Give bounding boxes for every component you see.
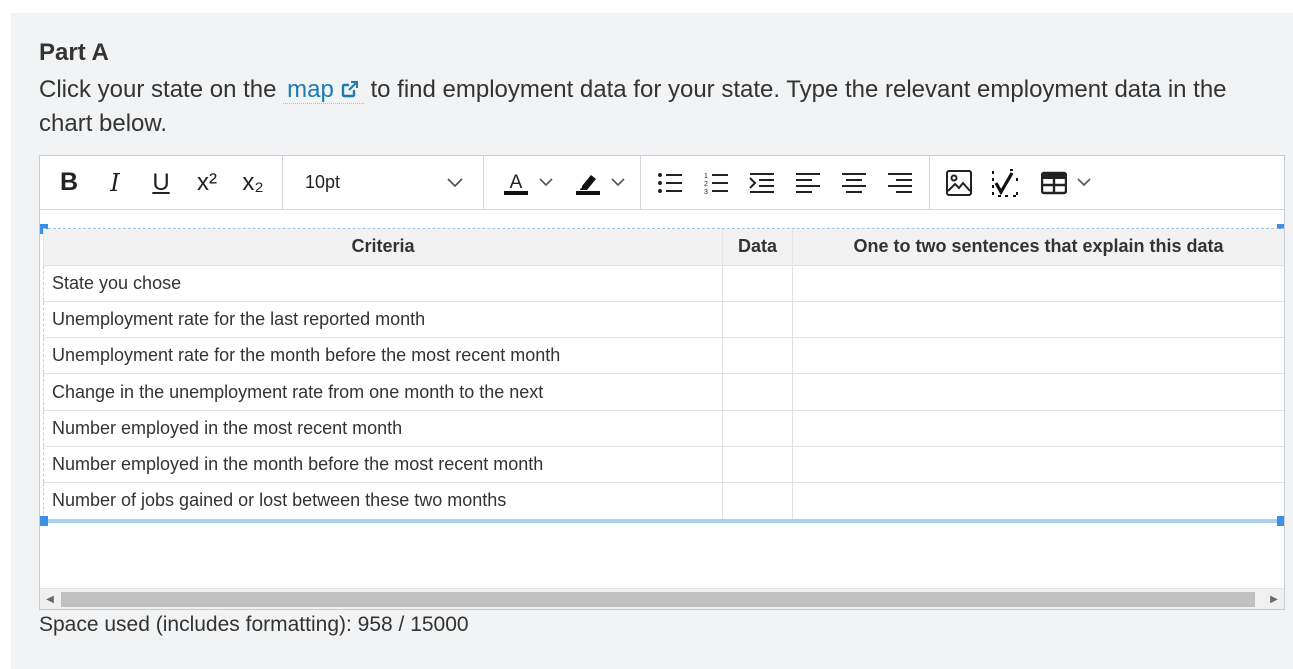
explanation-cell[interactable] [792, 445, 1284, 484]
data-cell[interactable] [722, 264, 793, 302]
image-icon [946, 169, 972, 196]
chevron-down-icon [1077, 178, 1091, 187]
question-prompt: Click your state on the map to find empl… [39, 73, 1279, 141]
math-icon [992, 168, 1018, 197]
bullet-list-icon [658, 172, 682, 193]
external-link-icon [341, 81, 358, 98]
table-row: Unemployment rate for the last reported … [43, 300, 1284, 339]
insert-group [930, 156, 1106, 210]
bold-icon: B [59, 168, 79, 196]
underline-icon: U [152, 168, 170, 196]
table-row: Number employed in the month before the … [43, 445, 1284, 484]
text-color-button[interactable]: A [490, 163, 562, 203]
underline-button[interactable]: U [138, 163, 184, 203]
insert-image-button[interactable] [936, 163, 982, 203]
outdent-button[interactable] [739, 163, 785, 203]
part-title: Part A [39, 39, 109, 66]
criteria-cell[interactable]: Number employed in the most recent month [43, 409, 723, 447]
table-wrapper: Criteria Data One to two sentences that … [43, 228, 1284, 520]
highlight-color-button[interactable] [562, 163, 634, 203]
align-center-button[interactable] [831, 163, 877, 203]
align-center-icon [842, 172, 866, 193]
column-header-criteria[interactable]: Criteria [43, 229, 723, 265]
data-cell[interactable] [722, 373, 793, 411]
bold-button[interactable]: B [46, 163, 92, 203]
space-used-counter: Space used (includes formatting): 958 / … [39, 613, 469, 636]
table-row: State you chose [43, 264, 1284, 302]
superscript-icon: x² [197, 168, 217, 196]
bullet-list-button[interactable] [647, 163, 693, 203]
explanation-cell[interactable] [792, 482, 1284, 520]
rich-text-editor[interactable]: B I U x² x₂ 10pt A 1 2 3 Criteria Data O… [39, 155, 1285, 610]
chevron-down-icon [447, 177, 463, 187]
svg-text:3: 3 [704, 189, 708, 195]
criteria-cell[interactable]: Number of jobs gained or lost between th… [43, 482, 723, 520]
scrollbar-thumb[interactable] [61, 592, 1255, 607]
numbered-list-icon: 123 [704, 173, 728, 195]
table-header-row: Criteria Data One to two sentences that … [43, 229, 1284, 265]
editor-toolbar: B I U x² x₂ 10pt A 1 2 3 [40, 155, 1284, 210]
criteria-cell[interactable]: Number employed in the month before the … [43, 445, 723, 484]
data-cell[interactable] [722, 482, 793, 520]
align-right-button[interactable] [877, 163, 923, 203]
color-group: A [484, 155, 641, 210]
chevron-down-icon [539, 178, 553, 187]
outdent-icon [749, 172, 774, 193]
criteria-cell[interactable]: Unemployment rate for the last reported … [43, 300, 723, 339]
criteria-cell[interactable]: Change in the unemployment rate from one… [43, 373, 723, 411]
data-cell[interactable] [722, 445, 793, 484]
italic-button[interactable]: I [92, 163, 138, 203]
table-row: Number of jobs gained or lost between th… [43, 482, 1284, 520]
data-cell[interactable] [722, 300, 793, 339]
table-resize-handle[interactable] [40, 516, 48, 526]
superscript-button[interactable]: x² [184, 163, 230, 203]
chevron-down-icon [611, 178, 625, 187]
font-size-group: 10pt [283, 155, 484, 210]
table-icon [1041, 171, 1067, 194]
svg-text:2: 2 [704, 181, 708, 188]
criteria-cell[interactable]: State you chose [43, 264, 723, 302]
column-header-data[interactable]: Data [722, 229, 793, 265]
insert-table-button[interactable] [1028, 163, 1100, 203]
insert-math-button[interactable] [982, 163, 1028, 203]
explanation-cell[interactable] [792, 264, 1284, 302]
font-size-select[interactable]: 10pt [293, 163, 473, 203]
criteria-cell[interactable]: Unemployment rate for the month before t… [43, 337, 723, 375]
font-size-value: 10pt [305, 172, 341, 192]
data-cell[interactable] [722, 409, 793, 447]
explanation-cell[interactable] [792, 409, 1284, 447]
data-cell[interactable] [722, 337, 793, 375]
svg-text:A: A [510, 172, 523, 193]
table-row: Number employed in the most recent month [43, 409, 1284, 447]
table-selection-border [43, 519, 1284, 523]
question-panel: Part A Click your state on the map to fi… [11, 13, 1293, 669]
align-left-icon [796, 172, 820, 193]
align-right-icon [888, 172, 912, 193]
numbered-list-button[interactable]: 123 [693, 163, 739, 203]
explanation-cell[interactable] [792, 337, 1284, 375]
table-row: Unemployment rate for the month before t… [43, 337, 1284, 375]
highlight-icon [576, 174, 600, 195]
svg-text:1: 1 [704, 173, 708, 180]
prompt-text-before: Click your state on the [39, 76, 277, 103]
map-link[interactable]: map [283, 76, 364, 104]
map-link-label: map [287, 76, 334, 103]
scroll-left-icon[interactable]: ◀ [43, 593, 57, 606]
italic-icon: I [110, 168, 120, 197]
explanation-cell[interactable] [792, 300, 1284, 339]
table-row: Change in the unemployment rate from one… [43, 373, 1284, 411]
employment-data-table[interactable]: Criteria Data One to two sentences that … [43, 229, 1284, 520]
subscript-button[interactable]: x₂ [230, 163, 276, 203]
paragraph-group: 123 [641, 155, 930, 210]
explanation-cell[interactable] [792, 373, 1284, 411]
align-left-button[interactable] [785, 163, 831, 203]
horizontal-scrollbar[interactable]: ◀ ▶ [40, 588, 1284, 609]
column-header-explanation[interactable]: One to two sentences that explain this d… [792, 229, 1284, 265]
text-color-icon: A [504, 172, 528, 195]
editor-content[interactable]: Criteria Data One to two sentences that … [40, 211, 1284, 589]
format-group: B I U x² x₂ [40, 155, 283, 210]
scroll-right-icon[interactable]: ▶ [1267, 593, 1281, 606]
subscript-icon: x₂ [242, 168, 264, 196]
table-resize-handle[interactable] [1277, 516, 1284, 526]
